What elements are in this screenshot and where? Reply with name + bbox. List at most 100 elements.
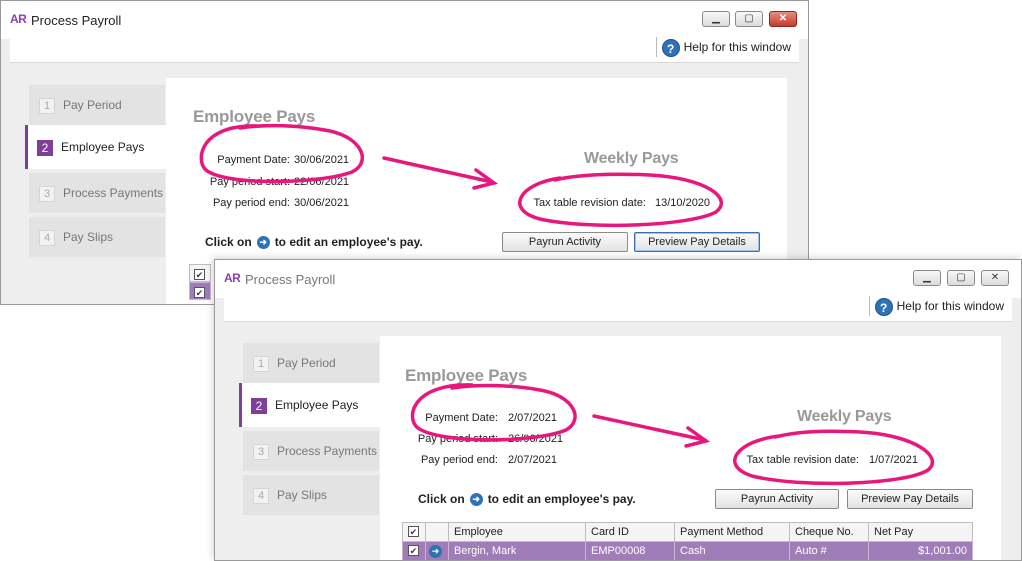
select-all-header[interactable]: ✔ [402,522,426,542]
table-header-row: ✔ Employee Card ID Payment Method Cheque… [402,522,973,542]
pay-period-start-label: Pay period start: [417,433,498,445]
tax-table-date-value: 1/07/2021 [869,454,918,466]
checkbox-icon: ✔ [194,269,205,280]
window-title: Process Payroll [245,272,336,287]
close-button[interactable]: ✕ [981,270,1009,286]
arrow-right-icon: ➜ [469,493,483,507]
select-all-header[interactable]: ✔ [189,264,211,282]
preview-pay-details-button[interactable]: Preview Pay Details [847,489,973,509]
column-header-cheque-no[interactable]: Cheque No. [789,522,869,542]
help-label: Help for this window [896,299,1004,313]
edit-instruction: Click on ➜ to edit an employee's pay. [205,235,423,250]
app-logo: AR [10,12,28,27]
tax-table-date-value: 13/10/2020 [655,197,711,209]
payment-method-cell: Cash [674,541,790,560]
nav-item-pay-period[interactable]: 1 Pay Period [243,343,379,383]
page-title: Employee Pays [405,366,528,385]
step-number: 2 [37,139,53,156]
process-payroll-window-after: AR Process Payroll ▁ ▢ ✕ ? Help for this … [214,259,1022,561]
nav-item-pay-slips[interactable]: 4 Pay Slips [29,217,165,257]
edit-instruction: Click on ➜ to edit an employee's pay. [418,492,636,507]
employee-pays-table: ✔ Employee Card ID Payment Method Cheque… [402,522,973,560]
payrun-activity-button[interactable]: Payrun Activity [715,489,839,509]
preview-pay-details-button[interactable]: Preview Pay Details [634,232,760,252]
payment-date-label: Payment Date: [217,154,290,166]
maximize-button[interactable]: ▢ [735,11,763,27]
window-title: Process Payroll [31,13,122,28]
help-bar: ? Help for this window [10,34,799,63]
maximize-button[interactable]: ▢ [947,270,975,286]
payment-date-label: Payment Date: [425,412,498,424]
help-bar: ? Help for this window [224,293,1012,322]
tax-table-label: Tax table revision date: [746,454,859,466]
nav-label: Process Payments [63,186,164,200]
nav-item-employee-pays[interactable]: 2 Employee Pays [25,125,166,169]
payment-date-value: 30/06/2021 [294,154,350,166]
nav-item-process-payments[interactable]: 3 Process Payments [243,431,379,471]
nav-label: Pay Period [277,356,336,370]
step-number: 4 [39,229,55,246]
help-icon: ? [874,297,893,316]
cheque-no-cell: Auto # [789,541,869,560]
row-select-cell[interactable]: ✔ [189,282,211,300]
step-number: 3 [253,443,269,460]
checkbox-icon: ✔ [194,287,205,298]
column-header-payment-method[interactable]: Payment Method [674,522,790,542]
pay-period-end-value: 2/07/2021 [508,454,557,466]
column-header-employee[interactable]: Employee [448,522,586,542]
instruction-text: to edit an employee's pay. [274,235,423,249]
nav-item-pay-period[interactable]: 1 Pay Period [29,85,165,125]
help-link[interactable]: ? Help for this window [655,37,791,57]
payment-date-value: 2/07/2021 [508,412,557,424]
help-link[interactable]: ? Help for this window [868,296,1004,316]
nav-label: Employee Pays [61,140,145,154]
card-id-cell: EMP00008 [585,541,675,560]
help-label: Help for this window [683,40,791,54]
step-number: 3 [39,185,55,202]
nav-label: Pay Period [63,98,122,112]
step-number: 2 [251,397,267,414]
step-number: 1 [253,355,269,372]
pay-period-end-value: 30/06/2021 [294,197,350,209]
nav-label: Pay Slips [63,230,114,244]
step-number: 1 [39,97,55,114]
pay-period-start-label: Pay period start: [209,176,290,188]
instruction-text: Click on [205,235,252,249]
pay-period-start-value: 26/06/2021 [508,433,564,445]
employee-cell: Bergin, Mark [448,541,586,560]
content-panel: Employee Pays Weekly Pays Payment Date: … [380,336,1001,560]
nav-label: Employee Pays [275,398,359,412]
edit-column-header [425,522,449,542]
help-icon: ? [661,38,680,57]
payrun-activity-button[interactable]: Payrun Activity [502,232,628,252]
arrow-right-icon: ➜ [256,236,270,250]
pay-frequency-heading: Weekly Pays [584,150,679,167]
instruction-text: to edit an employee's pay. [487,492,636,506]
column-header-card-id[interactable]: Card ID [585,522,675,542]
nav-item-pay-slips[interactable]: 4 Pay Slips [243,475,379,515]
net-pay-cell: $1,001.00 [868,541,973,560]
checkbox-icon: ✔ [408,526,419,537]
pay-period-start-value: 22/06/2021 [294,176,350,188]
column-header-net-pay[interactable]: Net Pay [868,522,973,542]
nav-item-employee-pays[interactable]: 2 Employee Pays [239,383,380,427]
step-number: 4 [253,487,269,504]
row-edit-cell[interactable]: ➜ [425,541,449,560]
arrow-right-icon[interactable]: ➜ [429,544,442,558]
minimize-button[interactable]: ▁ [913,270,941,286]
page-title: Employee Pays [193,107,316,126]
table-row[interactable]: ✔ ➜ Bergin, Mark EMP00008 Cash Auto # $1… [402,541,973,560]
app-logo: AR [224,271,242,286]
pay-period-end-label: Pay period end: [420,454,498,466]
tax-table-label: Tax table revision date: [533,197,646,209]
nav-label: Process Payments [277,444,378,458]
close-button[interactable]: ✕ [769,11,797,27]
row-select-cell[interactable]: ✔ [402,541,426,560]
nav-item-process-payments[interactable]: 3 Process Payments [29,173,165,213]
minimize-button[interactable]: ▁ [702,11,730,27]
instruction-text: Click on [418,492,465,506]
pay-period-end-label: Pay period end: [212,197,290,209]
nav-label: Pay Slips [277,488,328,502]
checkbox-icon: ✔ [408,545,419,556]
pay-frequency-heading: Weekly Pays [797,408,892,425]
